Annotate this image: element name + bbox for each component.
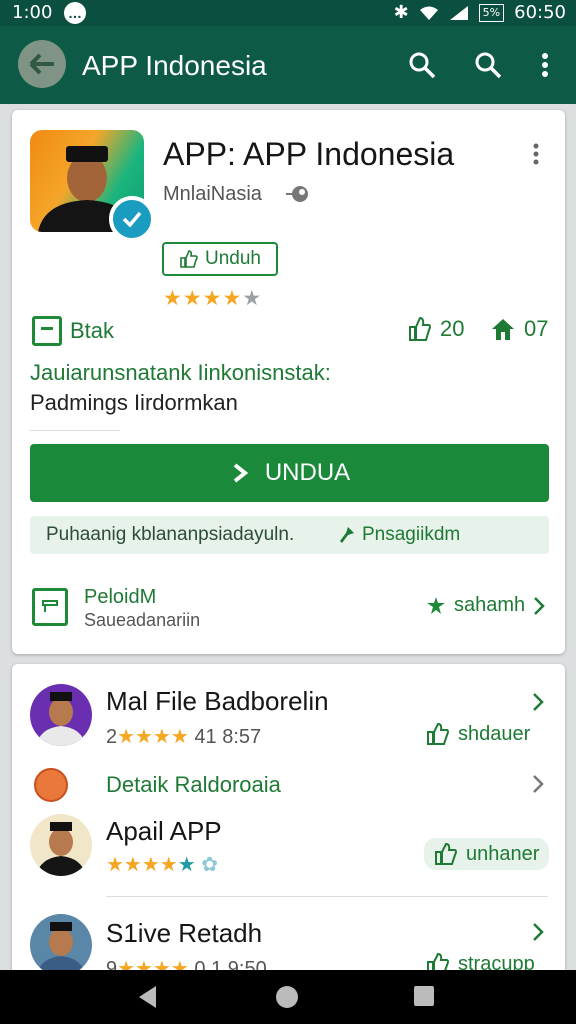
badge-square-icon bbox=[32, 316, 62, 346]
status-right-time: 60:50 bbox=[514, 2, 566, 23]
download-arrow-icon bbox=[233, 463, 249, 483]
likes-count: 20 bbox=[440, 316, 465, 341]
description-line-1: Jauiarunsnatank Iinkonisnstak: bbox=[30, 360, 331, 385]
install-button-label: Unduh bbox=[205, 248, 261, 269]
description-line-2: Padmings Iirdormkan bbox=[30, 390, 238, 415]
search-button[interactable] bbox=[405, 48, 439, 82]
status-bar: 1:00 … ✱ 5% 60:50 bbox=[0, 0, 576, 26]
card-more-icon[interactable] bbox=[532, 142, 540, 166]
list-item-title: S1ive Retadh bbox=[106, 918, 263, 948]
installs-count: 07 bbox=[524, 316, 549, 341]
more-options-button[interactable] bbox=[528, 48, 562, 82]
app-title: APP: APP Indonesia bbox=[163, 136, 455, 172]
battery-indicator: 5% bbox=[478, 3, 505, 22]
content-badge: Btak bbox=[32, 316, 114, 346]
system-nav-bar bbox=[0, 970, 576, 1024]
app-bar-title: APP Indonesia bbox=[82, 50, 267, 81]
app-detail-card: APP: APP Indonesia MnlaiNasia Unduh ★★★★… bbox=[12, 110, 565, 654]
divider bbox=[30, 430, 120, 431]
chevron-right-icon bbox=[533, 775, 544, 793]
status-right: ✱ 5% 60:50 bbox=[394, 2, 566, 23]
list-item-meta: 2★★★★ 41 8:57 bbox=[106, 726, 262, 748]
chevron-right-icon bbox=[533, 923, 544, 941]
app-logo-icon bbox=[34, 768, 68, 802]
info-text: Puhaanig kblananpsiadayuln. bbox=[46, 524, 295, 545]
back-arrow-icon bbox=[29, 53, 54, 75]
main-download-button[interactable]: UNDUA bbox=[30, 444, 549, 502]
globe-icon bbox=[286, 186, 308, 202]
install-button[interactable]: Unduh bbox=[162, 242, 278, 276]
developer-name[interactable]: MnlaiNasia bbox=[163, 183, 262, 206]
list-item-link[interactable]: Detaik Raldoroaia bbox=[12, 764, 565, 808]
info-bar: Puhaanig kblananpsiadayuln. Pnsagiikdm bbox=[30, 516, 549, 554]
nav-back-icon[interactable] bbox=[136, 984, 158, 1010]
installs-stat: 07 bbox=[490, 316, 548, 342]
search-icon bbox=[475, 52, 502, 79]
divider bbox=[106, 896, 548, 897]
list-item-title: Apail APP bbox=[106, 816, 222, 846]
list-item-title: Mal File Badborelin bbox=[106, 686, 329, 716]
search-button-2[interactable] bbox=[471, 48, 505, 82]
avatar bbox=[30, 814, 92, 876]
bluetooth-icon: ✱ bbox=[393, 2, 409, 23]
publisher-square-icon bbox=[32, 588, 68, 626]
main-download-label: UNDUA bbox=[264, 459, 351, 486]
publisher-name: PeloidM bbox=[84, 586, 157, 608]
thumb-up-icon bbox=[427, 722, 449, 745]
badge-label: Btak bbox=[70, 318, 115, 343]
app-bar: APP Indonesia bbox=[0, 26, 576, 104]
app-rating-stars: ★★★★★ bbox=[163, 287, 263, 310]
list-item[interactable]: Mal File Badborelin 2★★★★ 41 8:57 shdaue… bbox=[12, 664, 565, 764]
likes-stat: 20 bbox=[408, 316, 464, 342]
thumb-up-icon bbox=[409, 316, 431, 341]
share-label: sahamh bbox=[454, 594, 526, 616]
list-item-title: Detaik Raldoroaia bbox=[106, 772, 281, 797]
status-time: 1:00 bbox=[12, 2, 53, 23]
nav-home-icon[interactable] bbox=[274, 984, 300, 1010]
more-vert-icon bbox=[542, 53, 548, 77]
list-item-action[interactable]: shdauer bbox=[426, 722, 530, 746]
signal-icon bbox=[449, 5, 468, 20]
wifi-icon bbox=[419, 6, 438, 20]
publisher-sub: Saueadanariin bbox=[84, 610, 201, 630]
info-link[interactable]: Pnsagiikdm bbox=[336, 524, 460, 546]
chat-bubble-icon: … bbox=[64, 2, 86, 24]
back-button[interactable] bbox=[18, 40, 66, 88]
chevron-right-icon bbox=[533, 693, 544, 711]
nav-recents-icon[interactable] bbox=[412, 984, 436, 1008]
home-icon bbox=[492, 319, 514, 340]
thumb-up-icon bbox=[435, 842, 457, 865]
pin-icon bbox=[340, 527, 354, 543]
search-icon bbox=[409, 52, 436, 79]
thumb-up-icon bbox=[180, 250, 198, 268]
list-item-rating: ★★★★★ ✿ bbox=[106, 854, 218, 876]
related-list-card: Mal File Badborelin 2★★★★ 41 8:57 shdaue… bbox=[12, 664, 565, 984]
verified-badge-icon bbox=[109, 196, 155, 242]
chevron-right-icon bbox=[534, 596, 545, 615]
avatar bbox=[30, 684, 92, 746]
list-item[interactable]: Apail APP ★★★★★ ✿ unhaner bbox=[12, 808, 565, 898]
info-link-label: Pnsagiikdm bbox=[362, 524, 461, 545]
star-burst-icon bbox=[427, 596, 445, 614]
share-link[interactable]: sahamh bbox=[426, 594, 545, 617]
avatar bbox=[30, 914, 92, 976]
list-item-action[interactable]: unhaner bbox=[424, 838, 550, 870]
